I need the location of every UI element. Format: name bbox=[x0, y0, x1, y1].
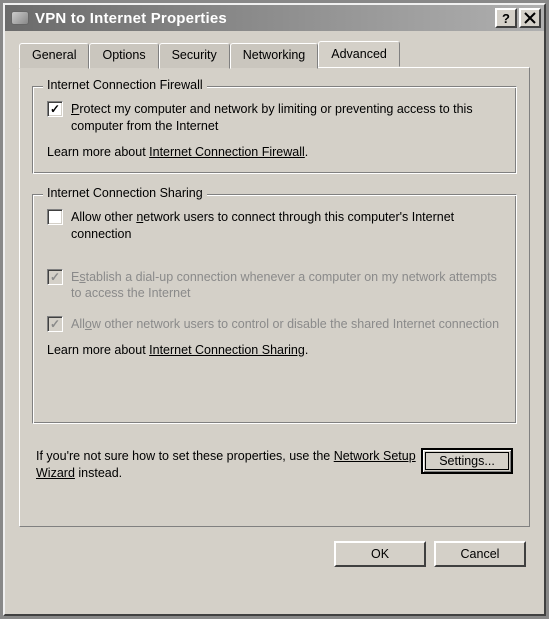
protect-label: Protect my computer and network by limit… bbox=[71, 101, 502, 135]
tab-networking[interactable]: Networking bbox=[230, 43, 319, 69]
sharing-learn-link[interactable]: Internet Connection Sharing bbox=[149, 343, 305, 357]
firewall-learn: Learn more about Internet Connection Fir… bbox=[47, 145, 502, 159]
tab-options[interactable]: Options bbox=[89, 43, 158, 69]
wizard-hint: If you're not sure how to set these prop… bbox=[36, 448, 421, 482]
protect-row: ✓ Protect my computer and network by lim… bbox=[47, 101, 502, 135]
sharing-learn-post: . bbox=[305, 343, 308, 357]
client-area: General Options Security Networking Adva… bbox=[5, 31, 544, 579]
cancel-button[interactable]: Cancel bbox=[434, 541, 526, 567]
group-firewall-legend: Internet Connection Firewall bbox=[43, 78, 207, 92]
group-firewall: Internet Connection Firewall ✓ Protect m… bbox=[32, 86, 517, 174]
dialog-window: VPN to Internet Properties ? General Opt… bbox=[3, 3, 546, 616]
tab-advanced[interactable]: Advanced bbox=[318, 41, 400, 67]
group-sharing: Internet Connection Sharing Allow other … bbox=[32, 194, 517, 424]
ok-button[interactable]: OK bbox=[334, 541, 426, 567]
protect-checkbox[interactable]: ✓ bbox=[47, 101, 63, 117]
sharing-learn: Learn more about Internet Connection Sha… bbox=[47, 343, 502, 357]
allow-connect-row: Allow other network users to connect thr… bbox=[47, 209, 502, 243]
wizard-hint-post: instead. bbox=[75, 466, 122, 480]
tab-panel-advanced: Internet Connection Firewall ✓ Protect m… bbox=[19, 67, 530, 527]
title-bar: VPN to Internet Properties ? bbox=[5, 5, 544, 31]
close-button[interactable] bbox=[519, 8, 541, 28]
sharing-learn-pre: Learn more about bbox=[47, 343, 149, 357]
dialog-buttons: OK Cancel bbox=[19, 527, 530, 567]
control-row: ✓ Allow other network users to control o… bbox=[47, 316, 502, 333]
wizard-hint-pre: If you're not sure how to set these prop… bbox=[36, 449, 334, 463]
firewall-learn-link[interactable]: Internet Connection Firewall bbox=[149, 145, 305, 159]
close-icon bbox=[524, 12, 536, 24]
control-checkbox: ✓ bbox=[47, 316, 63, 332]
settings-button[interactable]: Settings... bbox=[421, 448, 513, 474]
allow-connect-label: Allow other network users to connect thr… bbox=[71, 209, 502, 243]
tab-strip: General Options Security Networking Adva… bbox=[19, 41, 530, 67]
connection-icon bbox=[11, 11, 29, 25]
bottom-area: If you're not sure how to set these prop… bbox=[32, 444, 517, 482]
firewall-learn-pre: Learn more about bbox=[47, 145, 149, 159]
tab-security[interactable]: Security bbox=[159, 43, 230, 69]
dialup-label: Establish a dial-up connection whenever … bbox=[71, 269, 502, 303]
firewall-learn-post: . bbox=[305, 145, 308, 159]
group-sharing-legend: Internet Connection Sharing bbox=[43, 186, 207, 200]
dialup-row: ✓ Establish a dial-up connection wheneve… bbox=[47, 269, 502, 303]
window-title: VPN to Internet Properties bbox=[35, 10, 493, 27]
help-button[interactable]: ? bbox=[495, 8, 517, 28]
tab-general[interactable]: General bbox=[19, 43, 89, 69]
dialup-checkbox: ✓ bbox=[47, 269, 63, 285]
control-label: Allow other network users to control or … bbox=[71, 316, 499, 333]
allow-connect-checkbox[interactable] bbox=[47, 209, 63, 225]
